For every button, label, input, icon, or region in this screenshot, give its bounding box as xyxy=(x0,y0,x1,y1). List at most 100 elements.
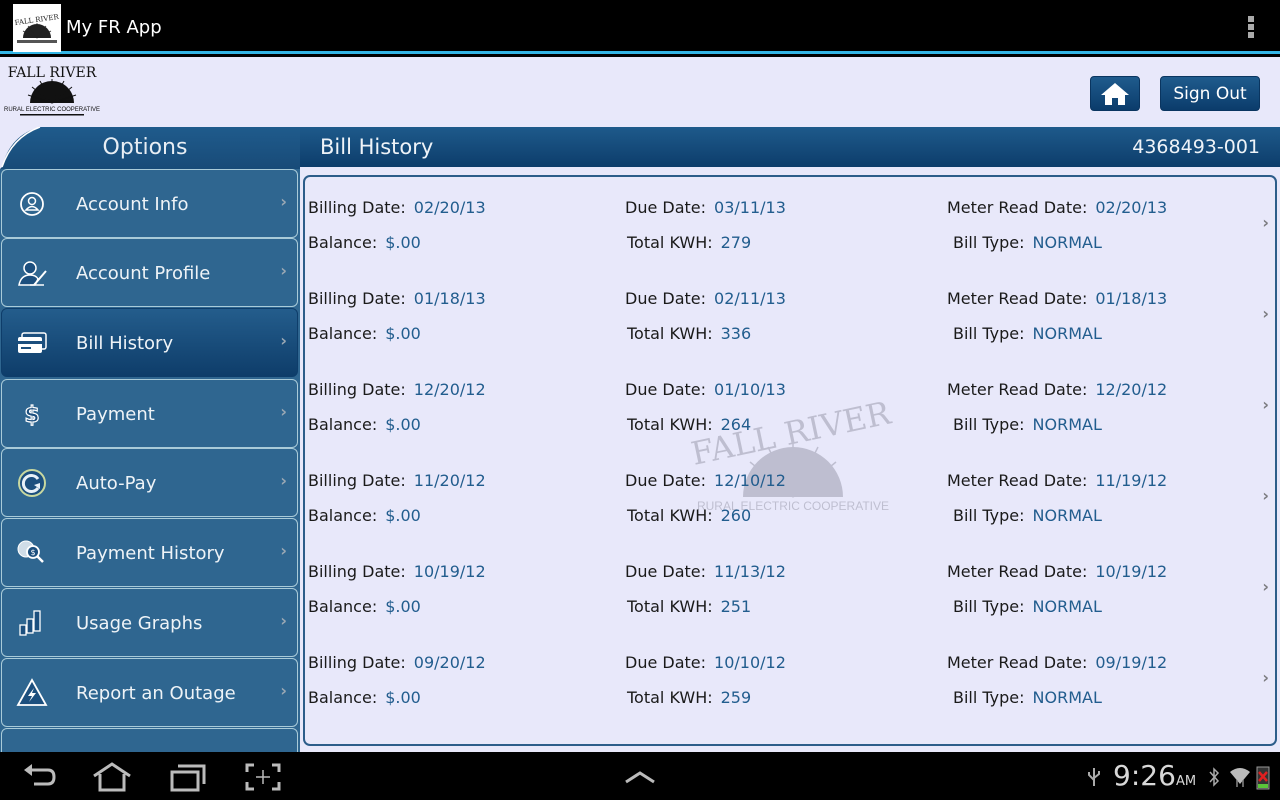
sidebar-item-label: Auto-Pay xyxy=(76,473,157,494)
sign-out-button[interactable]: Sign Out xyxy=(1160,76,1260,111)
bluetooth-icon xyxy=(1209,767,1220,787)
meter-read-date-value: 02/20/13 xyxy=(1095,198,1168,217)
bill-type-label: Bill Type: xyxy=(953,415,1025,434)
overflow-menu-icon[interactable] xyxy=(1248,16,1254,38)
screenshot-icon[interactable] xyxy=(243,762,283,792)
app-header: FALL RIVER RURAL ELECTRIC COOPERATIVE Si… xyxy=(0,57,1280,127)
meter-read-date-field: Meter Read Date: 12/20/12 xyxy=(947,380,1167,399)
bill-row[interactable]: Billing Date: 12/20/12 Due Date: 01/10/13 Me… xyxy=(305,359,1275,450)
balance-value: $.00 xyxy=(385,688,421,707)
meter-read-date-value: 01/18/13 xyxy=(1095,289,1168,308)
sidebar-item-auto-pay[interactable]: Auto-Pay › xyxy=(1,448,298,517)
chevron-right-icon[interactable]: › xyxy=(1262,668,1269,687)
balance-label: Balance: xyxy=(308,597,378,616)
recent-apps-icon[interactable] xyxy=(168,762,208,792)
meter-read-date-field: Meter Read Date: 09/19/12 xyxy=(947,653,1167,672)
chevron-right-icon[interactable]: › xyxy=(1262,213,1269,232)
balance-label: Balance: xyxy=(308,415,378,434)
bill-row[interactable]: Billing Date: 02/20/13 Due Date: 03/11/13 Me… xyxy=(305,177,1275,268)
panel-header: Bill History 4368493-001 xyxy=(300,127,1280,167)
billing-date-label: Billing Date: xyxy=(308,289,406,308)
due-date-field: Due Date: 10/10/12 xyxy=(625,653,786,672)
due-date-field: Due Date: 02/11/13 xyxy=(625,289,786,308)
bill-row[interactable]: Billing Date: 11/20/12 Due Date: 12/10/12 Me… xyxy=(305,450,1275,541)
due-date-field: Due Date: 11/13/12 xyxy=(625,562,786,581)
balance-field: Balance: $.00 xyxy=(308,324,421,343)
options-sidebar: Options Account Info › Account Profile ›… xyxy=(0,127,300,752)
due-date-value: 10/10/12 xyxy=(714,653,786,672)
svg-text:FALL RIVER: FALL RIVER xyxy=(8,65,97,81)
meter-read-date-field: Meter Read Date: 02/20/13 xyxy=(947,198,1167,217)
chevron-right-icon: › xyxy=(280,192,287,211)
balance-value: $.00 xyxy=(385,506,421,525)
meter-read-date-label: Meter Read Date: xyxy=(947,562,1088,581)
sidebar-item-bill-history[interactable]: Bill History › xyxy=(1,308,298,377)
due-date-value: 03/11/13 xyxy=(714,198,786,217)
billing-date-field: Billing Date: 12/20/12 xyxy=(308,380,486,399)
meter-read-date-value: 10/19/12 xyxy=(1095,562,1168,581)
account-info-icon xyxy=(20,192,44,216)
chevron-right-icon[interactable]: › xyxy=(1262,486,1269,505)
total-kwh-field: Total KWH: 279 xyxy=(627,233,751,252)
billing-date-value: 11/20/12 xyxy=(413,471,486,490)
bill-row[interactable]: Billing Date: 10/19/12 Due Date: 11/13/12 Me… xyxy=(305,541,1275,632)
fall-river-logo: FALL RIVER RURAL ELECTRIC COOPERATIVE xyxy=(4,65,100,116)
due-date-label: Due Date: xyxy=(625,289,707,308)
outage-icon xyxy=(16,678,48,706)
account-number: 4368493-001 xyxy=(1132,136,1260,158)
billing-date-field: Billing Date: 09/20/12 xyxy=(308,653,486,672)
balance-field: Balance: $.00 xyxy=(308,597,421,616)
bill-type-field: Bill Type: NORMAL xyxy=(953,688,1102,707)
chevron-right-icon: › xyxy=(280,541,287,560)
bill-type-field: Bill Type: NORMAL xyxy=(953,415,1102,434)
sidebar-item-usage-graphs[interactable]: Usage Graphs › xyxy=(1,588,298,657)
auto-pay-icon xyxy=(18,469,46,497)
total-kwh-value: 259 xyxy=(720,688,752,707)
sidebar-item-label: Payment xyxy=(76,404,155,425)
total-kwh-label: Total KWH: xyxy=(627,233,713,252)
logo-text-top: FALL RIVER xyxy=(8,65,97,81)
total-kwh-value: 264 xyxy=(720,415,752,434)
due-date-label: Due Date: xyxy=(625,653,707,672)
due-date-field: Due Date: 03/11/13 xyxy=(625,198,786,217)
bill-row[interactable]: Billing Date: 09/20/12 Due Date: 10/10/12 Me… xyxy=(305,632,1275,723)
billing-date-value: 09/20/12 xyxy=(413,653,486,672)
balance-field: Balance: $.00 xyxy=(308,233,421,252)
logo-text-bottom: RURAL ELECTRIC COOPERATIVE xyxy=(4,107,100,113)
bill-row[interactable]: Billing Date: 01/18/13 Due Date: 02/11/13 Me… xyxy=(305,268,1275,359)
meter-read-date-label: Meter Read Date: xyxy=(947,653,1088,672)
meter-read-date-label: Meter Read Date: xyxy=(947,198,1088,217)
expand-icon[interactable] xyxy=(620,762,660,792)
bill-list[interactable]: FALL RIVER RURAL ELECTRIC COOPERATIVE Bi… xyxy=(303,175,1277,746)
clock-ampm: AM xyxy=(1176,774,1197,789)
balance-value: $.00 xyxy=(385,597,421,616)
billing-date-value: 10/19/12 xyxy=(413,562,486,581)
page-title: Bill History xyxy=(320,135,434,159)
billing-date-value: 12/20/12 xyxy=(413,380,486,399)
home-button[interactable] xyxy=(1090,76,1140,111)
sidebar-item-report-outage[interactable]: Report an Outage › xyxy=(1,658,298,727)
due-date-value: 02/11/13 xyxy=(714,289,786,308)
sidebar-item-payment-history[interactable]: $ Payment History › xyxy=(1,518,298,587)
due-date-label: Due Date: xyxy=(625,471,707,490)
total-kwh-value: 279 xyxy=(720,233,752,252)
back-icon[interactable] xyxy=(20,762,60,792)
sidebar-item-partial[interactable] xyxy=(1,728,298,752)
chevron-right-icon[interactable]: › xyxy=(1262,395,1269,414)
total-kwh-field: Total KWH: 260 xyxy=(627,506,751,525)
bill-type-label: Bill Type: xyxy=(953,233,1025,252)
due-date-label: Due Date: xyxy=(625,562,707,581)
svg-text:$: $ xyxy=(24,403,39,428)
usage-graphs-icon xyxy=(19,610,41,636)
home-nav-icon[interactable] xyxy=(92,762,132,792)
chevron-right-icon[interactable]: › xyxy=(1262,304,1269,323)
sidebar-item-account-profile[interactable]: Account Profile › xyxy=(1,238,298,307)
balance-label: Balance: xyxy=(308,233,378,252)
due-date-value: 01/10/13 xyxy=(714,380,786,399)
sidebar-item-payment[interactable]: $ Payment › xyxy=(1,379,298,448)
bill-type-field: Bill Type: NORMAL xyxy=(953,506,1102,525)
usb-icon xyxy=(1088,768,1100,786)
sidebar-item-account-info[interactable]: Account Info › xyxy=(1,169,298,238)
chevron-right-icon[interactable]: › xyxy=(1262,577,1269,596)
billing-date-value: 01/18/13 xyxy=(413,289,486,308)
